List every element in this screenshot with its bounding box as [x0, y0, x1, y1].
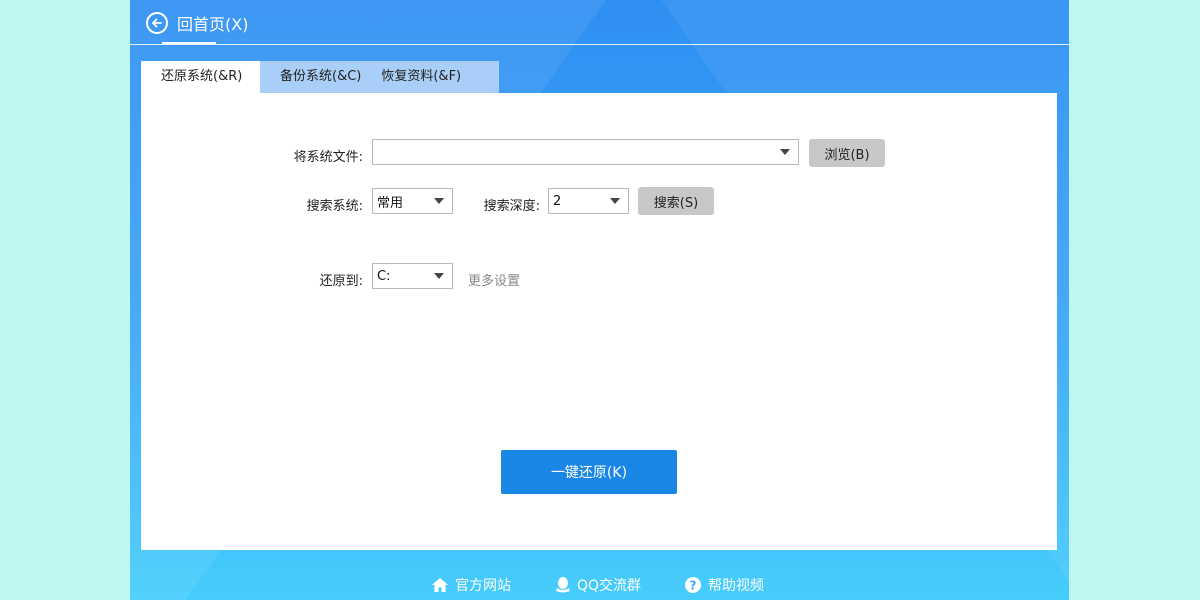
footer-bar: 官方网站 QQ交流群 ? 帮助视频: [130, 570, 1069, 600]
qq-penguin-icon: [556, 577, 570, 593]
search-depth-combo[interactable]: 2: [548, 188, 629, 214]
help-video-label: 帮助视频: [708, 578, 764, 594]
qq-group-label: QQ交流群: [577, 578, 642, 594]
search-depth-label: 搜索深度:: [483, 199, 540, 214]
dropdown-arrow-icon: [434, 273, 444, 279]
tab-bar: 还原系统(&R) 备份系统(&C) 恢复资料(&F): [141, 61, 499, 93]
search-system-label: 搜索系统:: [306, 199, 363, 214]
dropdown-arrow-icon: [610, 198, 620, 204]
search-system-combo[interactable]: 常用: [372, 188, 453, 214]
more-settings-link[interactable]: 更多设置: [468, 270, 520, 289]
restore-to-label: 还原到:: [319, 274, 363, 289]
search-depth-value: 2: [553, 193, 562, 209]
back-arrow-icon: [146, 12, 168, 34]
tab-recover-data[interactable]: 恢复资料(&F): [361, 61, 461, 93]
top-divider: [130, 44, 1069, 45]
top-bar: 回首页(X): [130, 0, 1069, 45]
qq-group-link[interactable]: QQ交流群: [555, 574, 641, 596]
help-video-link[interactable]: ? 帮助视频: [684, 574, 764, 596]
search-button[interactable]: 搜索(S): [638, 187, 714, 215]
help-question-icon: ?: [685, 577, 701, 593]
restore-to-combo[interactable]: C:: [372, 263, 453, 289]
file-label: 将系统文件:: [293, 150, 363, 165]
dropdown-arrow-icon: [780, 149, 790, 155]
tab-backup-system[interactable]: 备份系统(&C): [260, 61, 361, 93]
one-click-restore-button[interactable]: 一键还原(K): [501, 450, 677, 494]
inactive-tab-group: 备份系统(&C) 恢复资料(&F): [260, 61, 499, 93]
app-window: 回首页(X) 还原系统(&R) 备份系统(&C) 恢复资料(&F) 将系统文件:…: [130, 0, 1069, 600]
home-icon: [432, 578, 448, 592]
system-file-combo[interactable]: [372, 139, 799, 165]
browse-button[interactable]: 浏览(B): [809, 139, 885, 167]
official-site-link[interactable]: 官方网站: [431, 574, 511, 596]
dropdown-arrow-icon: [434, 198, 444, 204]
search-system-value: 常用: [377, 195, 404, 211]
svg-text:?: ?: [690, 579, 697, 593]
tab-restore-system[interactable]: 还原系统(&R): [141, 61, 260, 93]
back-home-button[interactable]: 回首页(X): [146, 10, 248, 36]
restore-to-value: C:: [377, 268, 391, 284]
back-home-label: 回首页(X): [177, 15, 249, 34]
official-site-label: 官方网站: [455, 578, 511, 594]
restore-panel: 将系统文件: 浏览(B) 搜索系统: 常用 搜索深度: 2 搜索(S) 还原到:…: [141, 93, 1057, 550]
